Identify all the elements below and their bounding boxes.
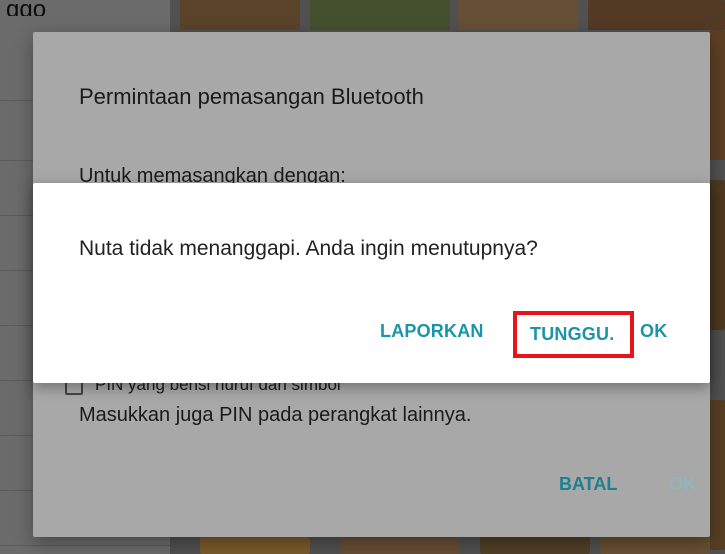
report-button[interactable]: LAPORKAN xyxy=(380,321,484,342)
pin-hint-text: Masukkan juga PIN pada perangkat lainnya… xyxy=(79,404,472,426)
bluetooth-ok-button[interactable]: OK xyxy=(669,474,696,495)
wait-button[interactable]: TUNGGU. xyxy=(513,311,635,358)
dialog-title: Permintaan pemasangan Bluetooth xyxy=(79,84,424,109)
app-not-responding-dialog: Nuta tidak menanggapi. Anda ingin menutu… xyxy=(33,183,710,383)
cancel-button[interactable]: BATAL xyxy=(559,474,617,495)
close-app-ok-button[interactable]: OK xyxy=(640,321,667,342)
anr-message: Nuta tidak menanggapi. Anda ingin menutu… xyxy=(79,237,538,260)
